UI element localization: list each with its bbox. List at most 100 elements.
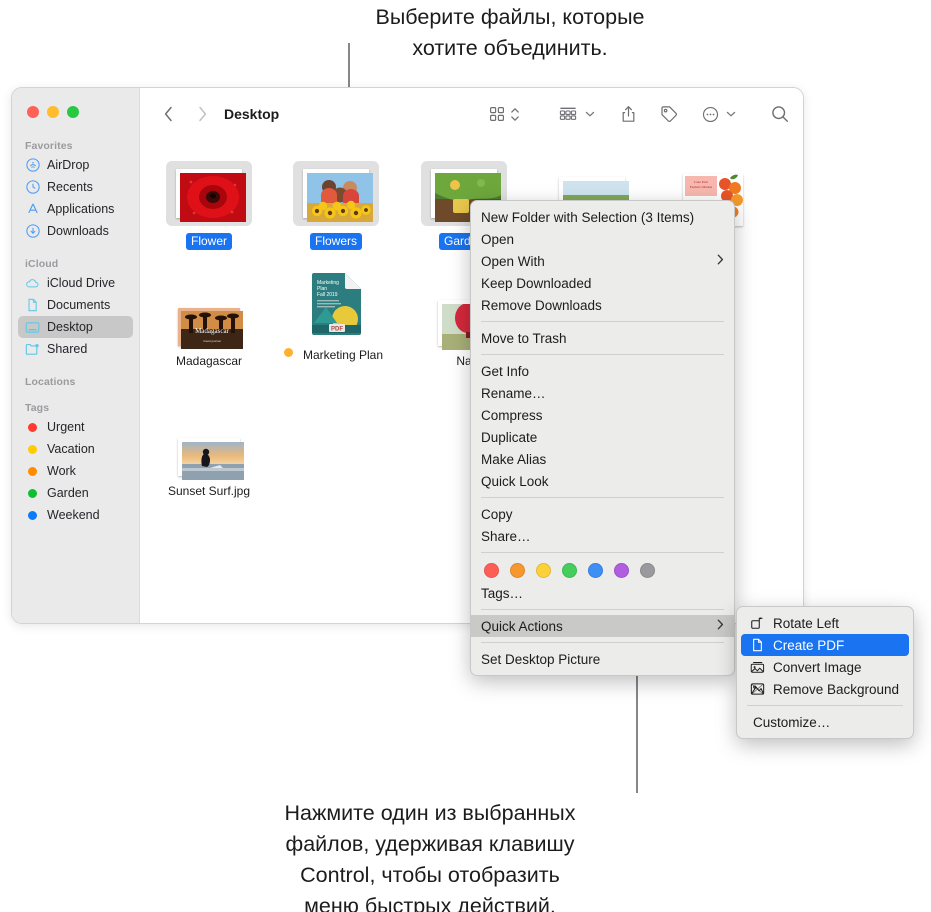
more-actions-icon[interactable]: [702, 99, 719, 129]
menu-item-duplicate[interactable]: Duplicate: [471, 426, 734, 448]
view-options-chevron-icon[interactable]: [510, 99, 520, 129]
sidebar-item-recents[interactable]: Recents: [18, 176, 133, 198]
remove-background-icon: [749, 682, 765, 696]
tag-swatch-gray[interactable]: [640, 563, 655, 578]
tag-swatch-yellow[interactable]: [536, 563, 551, 578]
sidebar-item-shared[interactable]: Shared: [18, 338, 133, 360]
file-name-label: Flowers: [309, 233, 362, 250]
tag-swatch-orange[interactable]: [510, 563, 525, 578]
submenu-item-rotate-left[interactable]: Rotate Left: [741, 612, 909, 634]
menu-item-tags[interactable]: Tags…: [471, 582, 734, 604]
menu-item-compress[interactable]: Compress: [471, 404, 734, 426]
sidebar: Favorites AirDrop Recents Applications D…: [12, 88, 140, 623]
sidebar-item-documents[interactable]: Documents: [18, 294, 133, 316]
menu-item-quick-look[interactable]: Quick Look: [471, 470, 734, 492]
file-item-madagascar[interactable]: Madagascar travel journal Madagascar: [153, 270, 265, 370]
menu-item-label: Duplicate: [481, 429, 538, 445]
sidebar-item-label: Recents: [47, 180, 93, 194]
svg-text:Madagascar: Madagascar: [195, 327, 229, 335]
submenu-item-customize[interactable]: Customize…: [741, 711, 909, 733]
menu-item-open[interactable]: Open: [471, 228, 734, 250]
desktop-icon: [25, 320, 40, 335]
tag-swatch-blue[interactable]: [588, 563, 603, 578]
menu-item-rename[interactable]: Rename…: [471, 382, 734, 404]
sidebar-item-label: Documents: [47, 298, 111, 312]
menu-item-label: Share…: [481, 528, 531, 544]
minimize-button[interactable]: [47, 106, 59, 118]
file-item-flower[interactable]: Flower: [153, 150, 265, 250]
file-thumbnail: [153, 150, 265, 226]
document-icon: [25, 298, 40, 313]
bottom-annotation-text: Нажмите один из выбранных файлов, удержи…: [284, 801, 576, 912]
group-by-chevron-icon[interactable]: [585, 99, 595, 129]
tag-swatch-red[interactable]: [484, 563, 499, 578]
svg-text:Fall 2019: Fall 2019: [317, 292, 338, 298]
menu-separator: [481, 609, 724, 610]
sidebar-item-label: Work: [47, 464, 76, 478]
tag-dot-icon: [25, 508, 40, 523]
tag-swatch-purple[interactable]: [614, 563, 629, 578]
menu-item-remove-downloads[interactable]: Remove Downloads: [471, 294, 734, 316]
file-thumbnail: [280, 150, 392, 226]
menu-item-copy[interactable]: Copy: [471, 503, 734, 525]
close-button[interactable]: [27, 106, 39, 118]
menu-item-label: Set Desktop Picture: [481, 651, 601, 667]
file-name-label: Sunset Surf.jpg: [167, 484, 251, 498]
sidebar-item-label: Vacation: [47, 442, 95, 456]
menu-item-label: Compress: [481, 407, 543, 423]
sidebar-item-tag-urgent[interactable]: Urgent: [18, 416, 133, 438]
download-icon: [25, 224, 40, 239]
file-item-sunset-surf[interactable]: Sunset Surf.jpg: [153, 400, 265, 500]
share-icon[interactable]: [621, 99, 636, 129]
forward-button[interactable]: [190, 99, 214, 129]
zoom-button[interactable]: [67, 106, 79, 118]
menu-item-quick-actions[interactable]: Quick Actions: [471, 615, 734, 637]
tag-icon[interactable]: [660, 99, 678, 129]
airdrop-icon: [25, 158, 40, 173]
context-menu: New Folder with Selection (3 Items) Open…: [470, 200, 735, 676]
submenu-item-label: Customize…: [753, 714, 831, 730]
more-actions-chevron-icon[interactable]: [726, 99, 736, 129]
sidebar-item-label: Urgent: [47, 420, 85, 434]
search-icon[interactable]: [771, 99, 789, 129]
menu-item-keep-downloaded[interactable]: Keep Downloaded: [471, 272, 734, 294]
sidebar-item-tag-garden[interactable]: Garden: [18, 482, 133, 504]
file-name-label: Flower: [185, 233, 232, 250]
menu-item-move-to-trash[interactable]: Move to Trash: [471, 327, 734, 349]
toolbar: Desktop: [140, 88, 803, 140]
tag-swatch-green[interactable]: [562, 563, 577, 578]
svg-text:Farmer's Market: Farmer's Market: [690, 185, 712, 189]
top-annotation-text: Выберите файлы, которые хотите объединит…: [375, 5, 645, 60]
sidebar-item-airdrop[interactable]: AirDrop: [18, 154, 133, 176]
pdf-document-icon: Marketing Plan Fall 2019 PDF: [311, 273, 361, 335]
menu-item-label: Move to Trash: [481, 330, 567, 346]
sidebar-item-applications[interactable]: Applications: [18, 198, 133, 220]
sidebar-item-downloads[interactable]: Downloads: [18, 220, 133, 242]
menu-item-label: Quick Actions: [481, 618, 563, 634]
menu-item-new-folder-with-selection[interactable]: New Folder with Selection (3 Items): [471, 206, 734, 228]
sidebar-item-tag-work[interactable]: Work: [18, 460, 133, 482]
file-item-flowers[interactable]: Flowers: [280, 150, 392, 250]
menu-item-open-with[interactable]: Open With: [471, 250, 734, 272]
sidebar-item-label: Shared: [47, 342, 88, 356]
sidebar-item-tag-weekend[interactable]: Weekend: [18, 504, 133, 526]
back-button[interactable]: [156, 99, 180, 129]
sidebar-item-label: Applications: [47, 202, 115, 216]
menu-item-label: Make Alias: [481, 451, 547, 467]
tag-dot-icon: [25, 486, 40, 501]
menu-item-make-alias[interactable]: Make Alias: [471, 448, 734, 470]
submenu-item-create-pdf[interactable]: Create PDF: [741, 634, 909, 656]
sidebar-item-icloud-drive[interactable]: iCloud Drive: [18, 272, 133, 294]
submenu-item-convert-image[interactable]: Convert Image: [741, 656, 909, 678]
sidebar-item-tag-vacation[interactable]: Vacation: [18, 438, 133, 460]
window-controls: [12, 98, 139, 118]
group-by-icon[interactable]: [558, 99, 578, 129]
file-item-marketing-plan[interactable]: Marketing Plan Fall 2019 PDF Marketing P…: [280, 264, 392, 364]
menu-item-share[interactable]: Share…: [471, 525, 734, 547]
sidebar-item-desktop[interactable]: Desktop: [18, 316, 133, 338]
sidebar-section-icloud-header: iCloud: [25, 258, 59, 270]
menu-item-get-info[interactable]: Get Info: [471, 360, 734, 382]
grid-view-icon[interactable]: [489, 99, 505, 129]
submenu-item-remove-background[interactable]: Remove Background: [741, 678, 909, 700]
menu-item-set-desktop-picture[interactable]: Set Desktop Picture: [471, 648, 734, 670]
